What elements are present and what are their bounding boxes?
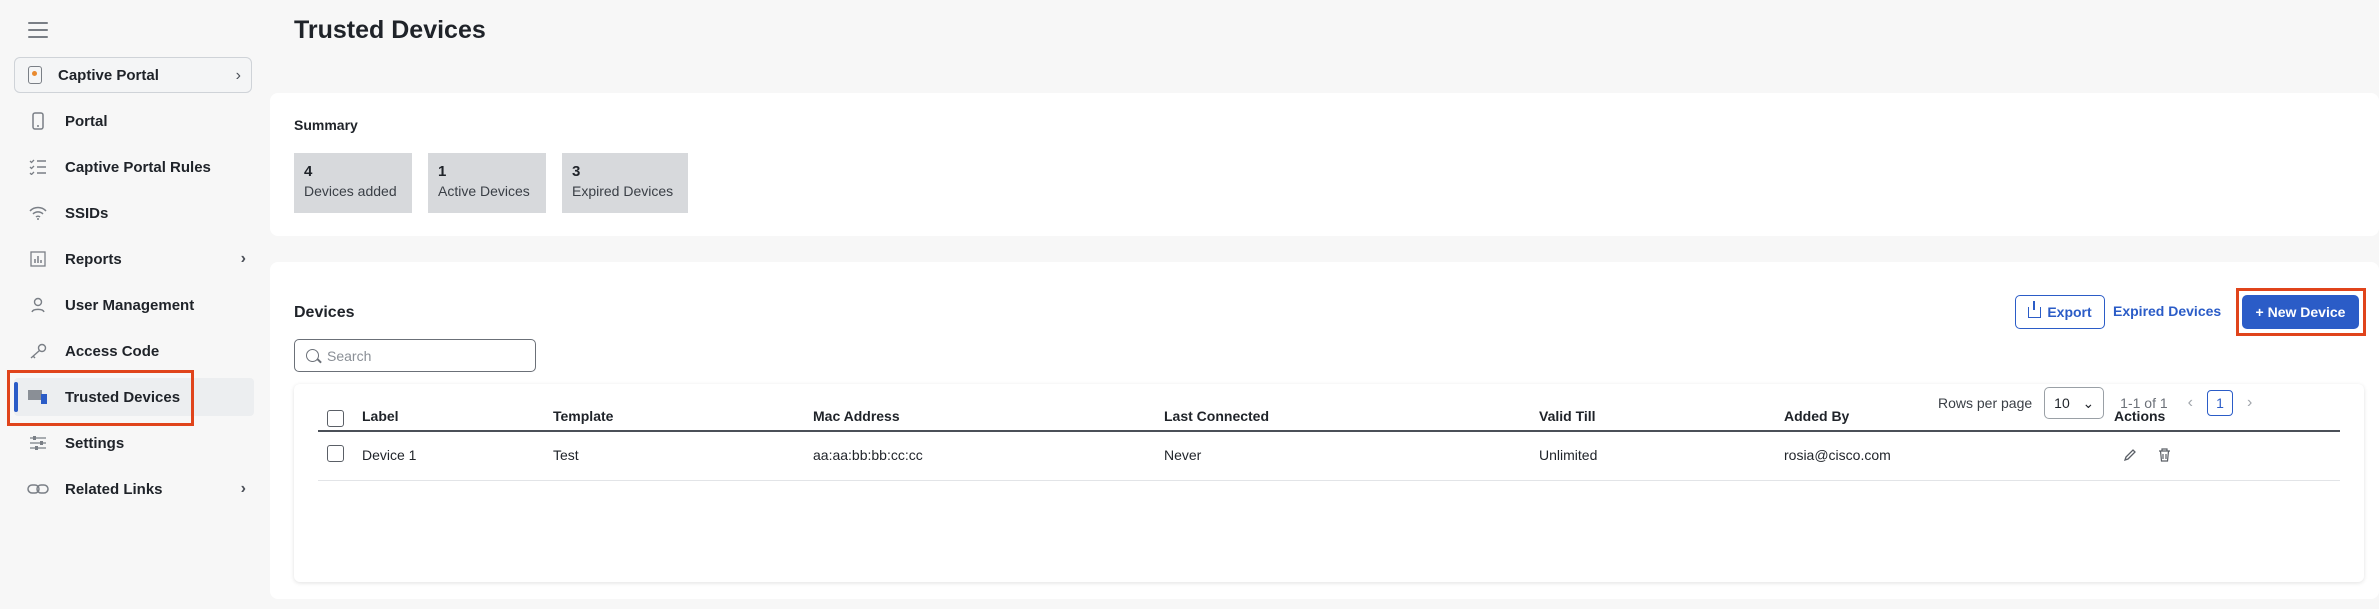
header-divider	[318, 430, 2340, 432]
portal-selector-label: Captive Portal	[58, 66, 159, 84]
row-divider	[318, 480, 2340, 481]
bar-chart-icon	[27, 248, 49, 270]
sidebar-item-related-links[interactable]: Related Links ›	[14, 470, 254, 508]
search-field[interactable]	[294, 339, 536, 372]
export-button[interactable]: Export	[2015, 295, 2105, 329]
sidebar-item-ssids[interactable]: SSIDs	[14, 194, 254, 232]
prev-page-icon[interactable]: ‹	[2188, 394, 2193, 412]
sidebar-item-reports[interactable]: Reports ›	[14, 240, 254, 278]
pagination: Rows per page 10 ⌄ 1-1 of 1 ‹ 1 ›	[1938, 384, 2338, 422]
stat-expired-devices: 3 Expired Devices	[562, 153, 688, 213]
sliders-icon	[27, 432, 49, 454]
chevron-right-icon: ›	[240, 250, 246, 267]
column-header: Template	[553, 408, 614, 424]
chevron-down-icon: ⌄	[2082, 394, 2095, 411]
column-header: Mac Address	[813, 408, 900, 424]
chevron-right-icon: ›	[240, 480, 246, 497]
cell-label: Device 1	[362, 447, 417, 463]
column-header: Label	[362, 408, 399, 424]
expired-devices-link[interactable]: Expired Devices	[2113, 303, 2221, 319]
devices-title: Devices	[294, 304, 355, 321]
stat-devices-added: 4 Devices added	[294, 153, 412, 213]
sidebar: Captive Portal › Portal Captive Portal R…	[0, 0, 264, 609]
sidebar-item-portal[interactable]: Portal	[14, 102, 254, 140]
summary-card: Summary 4 Devices added 1 Active Devices…	[270, 93, 2379, 236]
key-icon	[27, 340, 49, 362]
column-header: Added By	[1784, 408, 1850, 424]
sidebar-item-access-code[interactable]: Access Code	[14, 332, 254, 370]
column-header: Last Connected	[1164, 408, 1270, 424]
phone-icon	[27, 110, 49, 132]
column-header: Valid Till	[1539, 408, 1596, 424]
cell-added-by: rosia@cisco.com	[1784, 447, 1891, 463]
menu-icon[interactable]	[28, 22, 48, 38]
chevron-right-icon: ›	[235, 67, 241, 84]
devices-card: Devices Export Expired Devices + New Dev…	[270, 262, 2379, 599]
pagination-range: 1-1 of 1	[2120, 395, 2168, 411]
cell-template: Test	[553, 447, 579, 463]
rows-per-page-select[interactable]: 10 ⌄	[2044, 387, 2105, 419]
search-icon	[306, 349, 319, 362]
checklist-icon	[27, 156, 49, 178]
row-checkbox[interactable]	[327, 445, 344, 462]
portal-icon	[28, 66, 42, 84]
sidebar-item-settings[interactable]: Settings	[14, 424, 254, 462]
portal-selector[interactable]: Captive Portal ›	[14, 57, 252, 93]
wifi-icon	[27, 202, 49, 224]
cell-valid-till: Unlimited	[1539, 447, 1598, 463]
highlight-box	[2236, 288, 2366, 336]
cell-mac-address: aa:aa:bb:bb:cc:cc	[813, 447, 923, 463]
summary-title: Summary	[294, 117, 358, 133]
next-page-icon[interactable]: ›	[2247, 394, 2252, 412]
user-icon	[27, 294, 49, 316]
edit-icon[interactable]	[2123, 448, 2137, 465]
link-icon	[27, 478, 49, 500]
export-icon	[2028, 300, 2042, 318]
select-all-checkbox[interactable]	[327, 410, 344, 427]
page-number[interactable]: 1	[2206, 390, 2233, 416]
sidebar-item-captive-portal-rules[interactable]: Captive Portal Rules	[14, 148, 254, 186]
highlight-box	[7, 370, 194, 426]
rows-per-page-label: Rows per page	[1938, 395, 2033, 411]
sidebar-item-user-management[interactable]: User Management	[14, 286, 254, 324]
cell-last-connected: Never	[1164, 447, 1202, 463]
search-input[interactable]	[327, 347, 527, 364]
stat-active-devices: 1 Active Devices	[428, 153, 546, 213]
page-title: Trusted Devices	[294, 16, 486, 44]
delete-icon[interactable]	[2158, 448, 2171, 465]
